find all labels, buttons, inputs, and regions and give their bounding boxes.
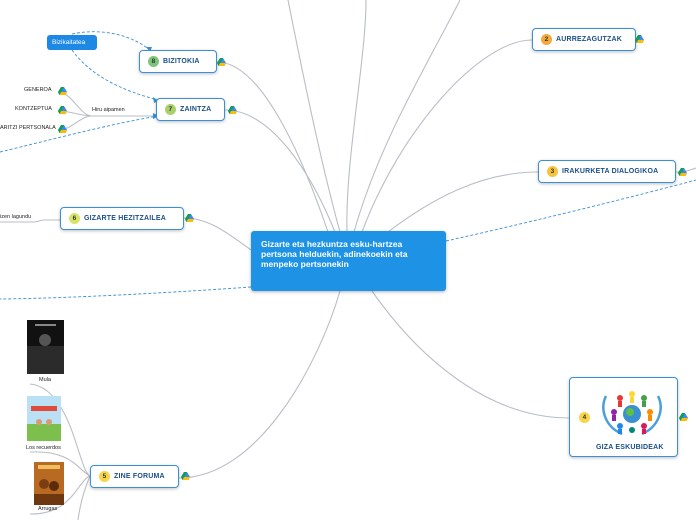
topic-irakurketa-dialogikoa[interactable]: 3 IRAKURKETA DIALOGIKOA — [538, 160, 676, 183]
branch-irakurketa — [387, 171, 539, 233]
poster-art — [34, 462, 64, 505]
film-poster-los-recuerdos[interactable] — [27, 396, 61, 441]
subtopic-hiru-aipamen[interactable]: Hiru aipamen — [92, 107, 125, 113]
branch-bizitokia — [216, 61, 329, 233]
branch-aurrezagutzak — [361, 39, 533, 233]
priority-badge: 7 — [165, 104, 176, 115]
priority-badge: 4 — [579, 412, 590, 423]
leaf-generoa[interactable]: GENEROA — [24, 87, 52, 93]
branch-top-3 — [353, 0, 461, 233]
google-drive-icon[interactable] — [185, 214, 194, 222]
google-drive-icon[interactable] — [679, 413, 688, 421]
google-drive-icon[interactable] — [58, 106, 67, 114]
google-drive-icon[interactable] — [635, 35, 644, 43]
priority-badge: 3 — [547, 166, 558, 177]
topic-label: BIZITOKIA — [163, 58, 200, 65]
un-emblem-icon — [602, 391, 662, 436]
dashed-link-bottom — [0, 286, 252, 300]
leaf-connector-gizarte — [0, 219, 60, 223]
topic-zine-foruma[interactable]: 5 ZINE FORUMA — [90, 465, 179, 488]
poster-art — [27, 320, 64, 374]
branch-zaintza — [224, 109, 336, 233]
priority-badge: 2 — [541, 34, 552, 45]
topic-bizitokia[interactable]: 8 BIZITOKIA — [139, 50, 217, 73]
film-title: Arrugas — [38, 506, 58, 512]
film-title: Los recuerdos — [26, 445, 61, 451]
leaf-gizarte-lagundu[interactable]: izen lagundu — [0, 214, 31, 220]
branch-top-2 — [346, 0, 367, 233]
google-drive-icon[interactable] — [58, 87, 67, 95]
dashed-link-right — [445, 179, 696, 242]
topic-label: AURREZAGUTZAK — [556, 36, 622, 43]
topic-zaintza[interactable]: 7 ZAINTZA — [156, 98, 225, 121]
google-drive-icon[interactable] — [678, 168, 687, 176]
relationship-tag-bizikaitatea[interactable]: Bizikaitatea — [47, 35, 97, 50]
topic-label: ZINE FORUMA — [114, 473, 165, 480]
google-drive-icon[interactable] — [58, 125, 67, 133]
priority-badge: 8 — [148, 56, 159, 67]
film-poster-arrugas[interactable] — [34, 462, 64, 505]
priority-badge: 5 — [99, 471, 110, 482]
topic-label: GIZA ESKUBIDEAK — [596, 444, 664, 451]
topic-aurrezagutzak[interactable]: 2 AURREZAGUTZAK — [532, 28, 636, 51]
poster-art — [27, 396, 61, 441]
topic-label: ZAINTZA — [180, 106, 212, 113]
branch-giza — [371, 290, 570, 419]
branch-gizarte — [183, 217, 252, 251]
root-topic[interactable]: Gizarte eta hezkuntza esku-hartzea perts… — [251, 231, 446, 291]
priority-badge: 6 — [69, 213, 80, 224]
google-drive-icon[interactable] — [181, 472, 190, 480]
film-poster-mula[interactable] — [27, 320, 64, 374]
topic-giza-eskubideak[interactable]: 4 GIZA ESKUBIDEAK — [569, 377, 678, 457]
topic-label: IRAKURKETA DIALOGIKOA — [562, 168, 659, 175]
branch-zine — [178, 290, 341, 479]
google-drive-icon[interactable] — [228, 106, 237, 114]
leaf-kontzeptua[interactable]: KONTZEPTUA — [15, 106, 52, 112]
branch-top-1 — [287, 0, 341, 233]
film-title: Mula — [39, 377, 51, 383]
leaf-aritzi-pertsonala[interactable]: ARITZI PERTSONALA — [0, 125, 56, 131]
topic-label: GIZARTE HEZITZAILEA — [84, 215, 166, 222]
topic-gizarte-hezitzailea[interactable]: 6 GIZARTE HEZITZAILEA — [60, 207, 184, 230]
google-drive-icon[interactable] — [217, 58, 226, 66]
